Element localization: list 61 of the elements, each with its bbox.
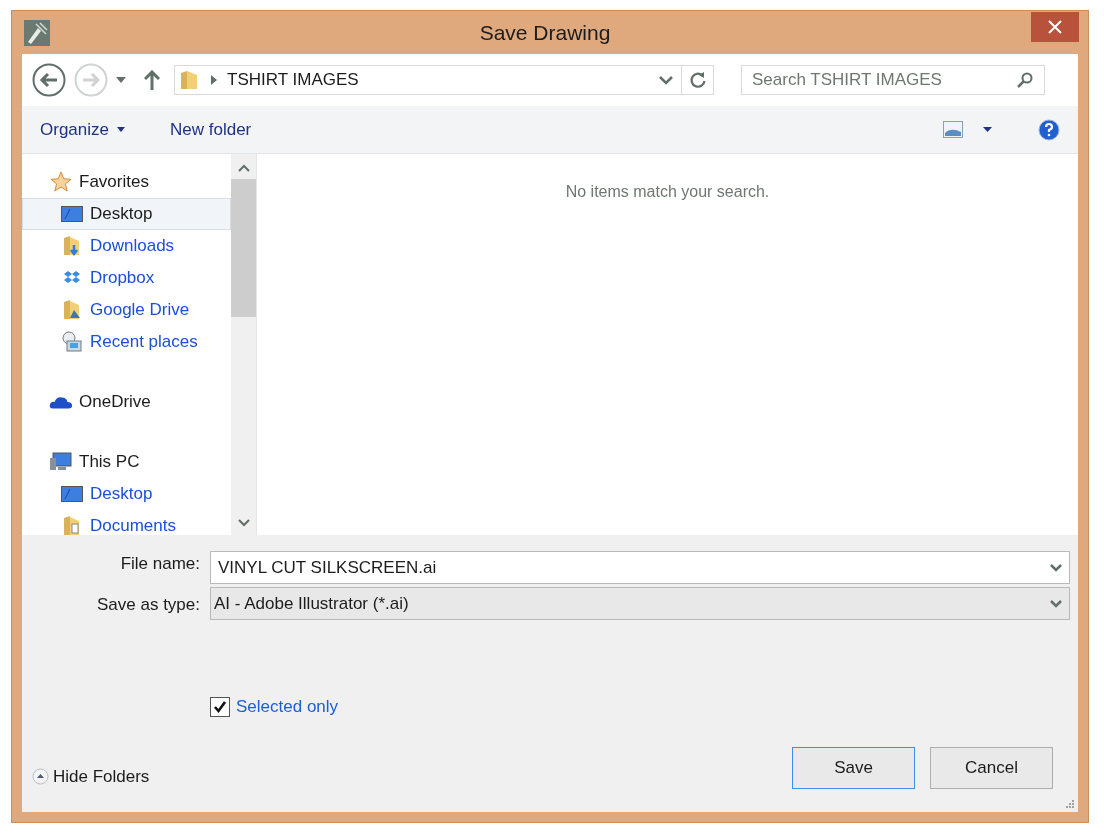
address-path: TSHIRT IMAGES (227, 69, 360, 92)
checkbox[interactable] (210, 696, 230, 717)
collapse-up-icon (32, 768, 49, 786)
scrollbar[interactable] (231, 154, 256, 535)
dropdown-chevron-icon (1050, 563, 1062, 572)
window-title: Save Drawing (478, 19, 612, 46)
breadcrumb-arrow-icon (211, 75, 217, 85)
refresh-icon (688, 71, 707, 89)
help-icon[interactable] (1038, 118, 1060, 141)
search-field[interactable]: Search TSHIRT IMAGES (741, 65, 1045, 95)
dropdown-chevron-icon (1050, 599, 1062, 608)
hide-folders-button[interactable]: Hide Folders (32, 764, 150, 790)
tree-item[interactable]: Desktop (22, 478, 231, 510)
empty-message: No items match your search. (565, 182, 770, 202)
dialog-button[interactable]: Save (792, 747, 915, 789)
organize-menu[interactable]: Organize (40, 116, 125, 143)
app-logo-icon (24, 19, 50, 46)
save-type-value: AI - Adobe Illustrator (*.ai) (214, 592, 410, 615)
tree-item[interactable]: Google Drive (22, 294, 231, 326)
tree-item[interactable]: Documents (22, 510, 231, 535)
save-type-dropdown[interactable]: AI - Adobe Illustrator (*.ai) (210, 587, 1070, 620)
folder-icon (62, 299, 82, 321)
view-icon[interactable] (943, 121, 963, 138)
file-name-value: VINYL CUT SILKSCREEN.ai (218, 556, 438, 579)
close-icon (1048, 20, 1062, 34)
new-folder-button[interactable]: New folder (170, 116, 252, 143)
tree-item[interactable]: OneDrive (22, 386, 231, 418)
scroll-thumb[interactable] (231, 179, 256, 317)
folder-icon (179, 69, 199, 91)
search-icon (1017, 72, 1033, 88)
scroll-up-icon[interactable] (237, 164, 250, 172)
close-button[interactable] (1031, 12, 1079, 42)
history-caret-icon[interactable] (116, 77, 126, 83)
tree-item[interactable]: Desktop (22, 198, 231, 230)
selected-only-label[interactable]: Selected only (236, 694, 339, 720)
address-bar[interactable]: TSHIRT IMAGES (174, 65, 714, 95)
tree-item[interactable]: This PC (22, 446, 231, 478)
file-name-label: File name: (119, 553, 200, 575)
computer-icon (49, 452, 73, 472)
dropbox-icon (63, 270, 81, 286)
documents-folder-icon (62, 515, 82, 535)
dialog-button[interactable]: Cancel (930, 747, 1053, 789)
dropdown-chevron-icon[interactable] (659, 75, 673, 85)
save-type-label: Save as type: (96, 594, 200, 616)
resize-grip-icon[interactable] (1065, 799, 1075, 809)
cloud-icon (49, 394, 73, 410)
file-name-field[interactable]: VINYL CUT SILKSCREEN.ai (210, 551, 1070, 584)
recent-places-icon (61, 331, 83, 353)
up-arrow-icon[interactable] (144, 70, 160, 90)
tree-item[interactable]: Favorites (22, 166, 231, 198)
view-caret-icon[interactable] (983, 127, 992, 132)
star-icon (50, 171, 72, 193)
desktop-icon (61, 205, 83, 223)
tree-item[interactable]: Recent places (22, 326, 231, 358)
caret-icon (117, 127, 125, 132)
tree-item[interactable]: Downloads (22, 230, 231, 262)
desktop-icon (61, 485, 83, 503)
back-button[interactable] (32, 63, 66, 97)
scroll-down-icon[interactable] (237, 519, 250, 527)
download-folder-icon (62, 235, 82, 257)
tree-item[interactable]: Dropbox (22, 262, 231, 294)
